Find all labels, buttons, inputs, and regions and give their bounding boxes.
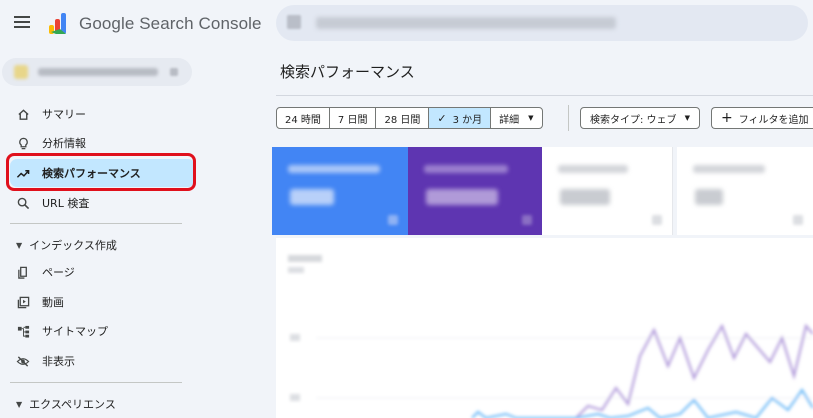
- sidebar-item-label: サマリー: [42, 108, 86, 121]
- metric-card-impressions[interactable]: [408, 147, 542, 235]
- sidebar-item-pages[interactable]: ページ: [10, 258, 195, 286]
- page-title: 検索パフォーマンス: [280, 63, 415, 81]
- search-type-button[interactable]: 検索タイプ: ウェブ ▼: [580, 107, 700, 129]
- chevron-down-icon: [170, 68, 178, 76]
- add-filter-label: フィルタを追加: [738, 114, 809, 126]
- property-selector[interactable]: [2, 58, 192, 86]
- date-range-selector[interactable]: 24 時間 7 日間 28 日間 ✓ 3 か月 詳細 ▼: [276, 107, 543, 129]
- metric-label-blurred: [693, 165, 765, 173]
- metric-label-blurred: [558, 165, 628, 173]
- sidebar-item-label: URL 検査: [42, 197, 90, 210]
- metric-label-blurred: [288, 165, 380, 173]
- search-icon[interactable]: [287, 15, 301, 29]
- search-input[interactable]: [276, 5, 808, 41]
- sidebar-item-label: 非表示: [42, 355, 75, 368]
- sidebar-item-label: 分析情報: [42, 137, 86, 150]
- eye-off-icon: [16, 354, 30, 368]
- home-icon: [16, 107, 30, 121]
- help-icon[interactable]: [793, 215, 803, 225]
- search-value-blurred: [316, 17, 616, 29]
- axis-label-blurred: [288, 255, 322, 262]
- section-indexing[interactable]: ▼ インデックス作成: [16, 237, 117, 253]
- sidebar-divider: [10, 223, 182, 224]
- metric-value-blurred: [426, 189, 498, 205]
- metric-value-blurred: [290, 189, 334, 205]
- metric-label-blurred: [424, 165, 508, 173]
- performance-chart: [276, 238, 813, 418]
- sidebar-item-summary[interactable]: サマリー: [10, 100, 195, 128]
- tick-label-blurred: [290, 334, 300, 341]
- metric-value-blurred: [695, 189, 723, 205]
- chart-canvas: [288, 255, 813, 418]
- toolbar-separator: [568, 105, 569, 131]
- add-filter-button[interactable]: + フィルタを追加: [711, 107, 813, 129]
- sidebar-item-video[interactable]: 動画: [10, 288, 195, 316]
- clicks-series-line: [471, 388, 813, 418]
- sitemap-icon: [16, 324, 30, 338]
- help-icon[interactable]: [522, 215, 532, 225]
- metric-card-clicks[interactable]: [272, 147, 408, 235]
- date-range-24h[interactable]: 24 時間: [277, 108, 330, 128]
- section-label: エクスペリエンス: [29, 398, 116, 411]
- search-icon: [16, 196, 30, 210]
- help-icon[interactable]: [652, 215, 662, 225]
- date-range-3m[interactable]: ✓ 3 か月: [429, 108, 492, 128]
- sidebar-item-url-inspection[interactable]: URL 検査: [10, 189, 195, 217]
- impressions-series-line: [575, 323, 813, 418]
- section-label: インデックス作成: [29, 239, 117, 252]
- caret-down-icon: ▼: [16, 399, 23, 409]
- tick-label-blurred: [290, 394, 300, 401]
- metric-card-ctr[interactable]: [542, 147, 673, 235]
- sidebar-item-sitemap[interactable]: サイトマップ: [10, 317, 195, 345]
- metric-card-position[interactable]: [677, 147, 813, 235]
- video-icon: [16, 295, 30, 309]
- search-console-logo: [49, 13, 66, 34]
- menu-icon[interactable]: [14, 16, 30, 28]
- date-range-details[interactable]: 詳細 ▼: [491, 108, 541, 128]
- date-range-label: 3 か月: [452, 114, 483, 126]
- title-divider: [276, 95, 813, 96]
- axis-label-blurred: [288, 267, 304, 273]
- sidebar-divider: [10, 382, 182, 383]
- lightbulb-icon: [16, 136, 30, 150]
- sidebar-item-label: ページ: [42, 266, 75, 279]
- check-icon: ✓: [437, 111, 447, 125]
- metric-value-blurred: [560, 189, 610, 205]
- help-icon[interactable]: [388, 215, 398, 225]
- plus-icon: +: [721, 110, 733, 126]
- details-label: 詳細: [499, 114, 520, 126]
- property-icon: [14, 65, 28, 79]
- property-name-blurred: [38, 68, 158, 76]
- date-range-28d[interactable]: 28 日間: [376, 108, 430, 128]
- caret-down-icon: ▼: [528, 114, 534, 122]
- sidebar-item-label: サイトマップ: [42, 325, 108, 338]
- date-range-7d[interactable]: 7 日間: [330, 108, 377, 128]
- sidebar-item-label: 動画: [42, 296, 64, 309]
- pages-icon: [16, 265, 30, 279]
- caret-down-icon: ▼: [684, 114, 690, 122]
- sidebar-item-removals[interactable]: 非表示: [10, 347, 195, 375]
- highlight-annotation: [6, 153, 196, 191]
- search-type-label: 検索タイプ: ウェブ: [590, 114, 677, 126]
- section-experience[interactable]: ▼ エクスペリエンス: [16, 396, 116, 412]
- caret-down-icon: ▼: [16, 240, 23, 250]
- app-title: Google Search Console: [79, 14, 262, 33]
